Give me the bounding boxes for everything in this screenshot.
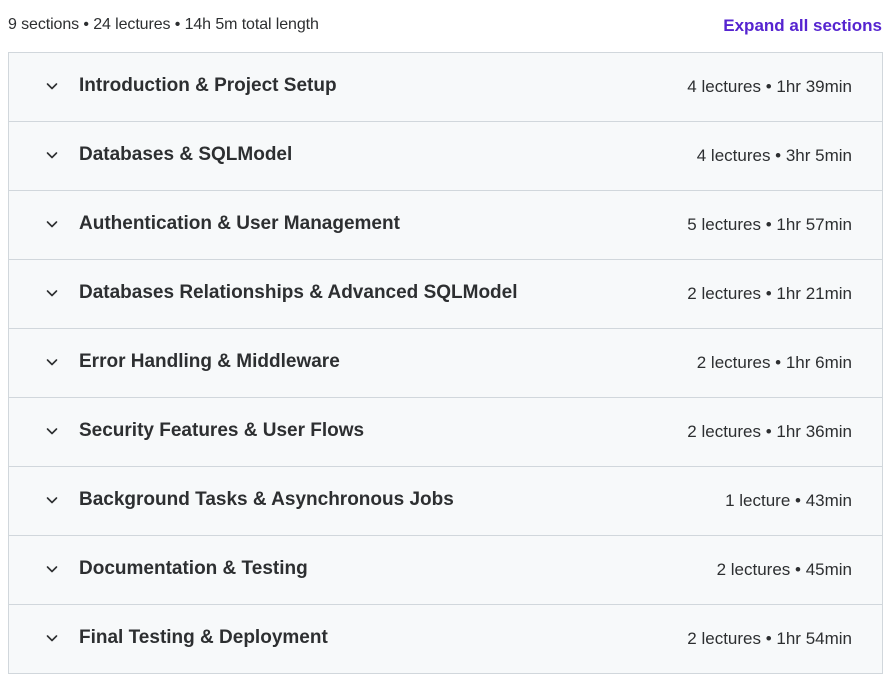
chevron-down-icon <box>45 148 59 162</box>
section-lecture-info: 2 lectures • 1hr 54min <box>687 629 852 648</box>
section-lecture-info: 5 lectures • 1hr 57min <box>687 215 852 234</box>
section-lecture-info: 2 lectures • 1hr 21min <box>687 284 852 303</box>
section-panel[interactable]: Introduction & Project Setup 4 lectures … <box>9 53 882 122</box>
section-lecture-info: 4 lectures • 3hr 5min <box>696 146 852 165</box>
section-title: Databases & SQLModel <box>79 144 293 165</box>
section-panel[interactable]: Error Handling & Middleware 2 lectures •… <box>9 329 882 398</box>
chevron-down-icon <box>45 493 59 507</box>
chevron-down-icon <box>45 217 59 231</box>
section-panel[interactable]: Final Testing & Deployment 2 lectures • … <box>9 605 882 674</box>
curriculum-section-list: Introduction & Project Setup 4 lectures … <box>8 52 883 674</box>
section-title: Security Features & User Flows <box>79 420 365 441</box>
section-title: Error Handling & Middleware <box>79 351 340 372</box>
section-lecture-info: 2 lectures • 1hr 6min <box>696 353 852 372</box>
section-title: Documentation & Testing <box>79 558 308 579</box>
section-title: Introduction & Project Setup <box>79 75 337 96</box>
section-title: Databases Relationships & Advanced SQLMo… <box>79 282 518 303</box>
chevron-down-icon <box>45 286 59 300</box>
chevron-down-icon <box>45 631 59 645</box>
section-panel[interactable]: Databases & SQLModel 4 lectures • 3hr 5m… <box>9 122 882 191</box>
chevron-down-icon <box>45 424 59 438</box>
section-panel[interactable]: Documentation & Testing 2 lectures • 45m… <box>9 536 882 605</box>
section-title: Final Testing & Deployment <box>79 627 328 648</box>
section-lecture-info: 1 lecture • 43min <box>725 491 852 510</box>
section-lecture-info: 2 lectures • 1hr 36min <box>687 422 852 441</box>
section-lecture-info: 4 lectures • 1hr 39min <box>687 77 852 96</box>
section-panel[interactable]: Authentication & User Management 5 lectu… <box>9 191 882 260</box>
course-summary: 9 sections • 24 lectures • 14h 5m total … <box>8 16 319 33</box>
section-panel[interactable]: Databases Relationships & Advanced SQLMo… <box>9 260 882 329</box>
chevron-down-icon <box>45 562 59 576</box>
section-title: Authentication & User Management <box>79 213 400 234</box>
curriculum-header: 9 sections • 24 lectures • 14h 5m total … <box>0 0 891 52</box>
expand-all-sections-button[interactable]: Expand all sections <box>723 16 882 36</box>
section-panel[interactable]: Background Tasks & Asynchronous Jobs 1 l… <box>9 467 882 536</box>
section-lecture-info: 2 lectures • 45min <box>716 560 852 579</box>
section-title: Background Tasks & Asynchronous Jobs <box>79 489 454 510</box>
chevron-down-icon <box>45 355 59 369</box>
section-panel[interactable]: Security Features & User Flows 2 lecture… <box>9 398 882 467</box>
chevron-down-icon <box>45 79 59 93</box>
